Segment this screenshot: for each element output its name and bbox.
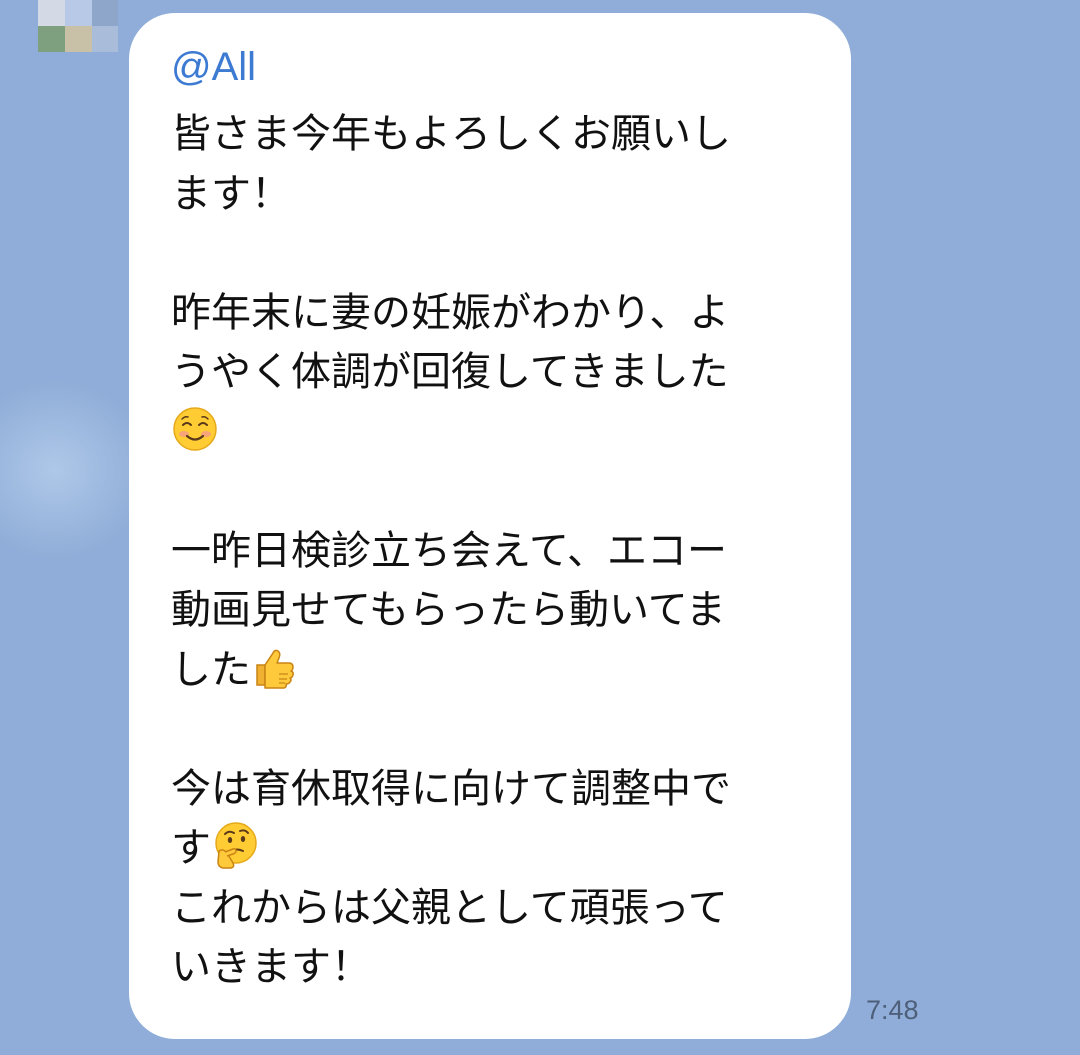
message-line-text: す xyxy=(171,825,211,871)
message-line-text: した xyxy=(171,646,251,693)
message-paragraph-4: 今は育休取得に向けて調整中で す これからは父親として頑張って いきます！ xyxy=(171,760,821,998)
message-line: す xyxy=(171,819,821,879)
message-timestamp: 7:48 xyxy=(866,995,919,1025)
message-line: 動画見せてもらったら動いてま xyxy=(171,587,726,633)
message-line: 皆さま今年もよろしくお願いし xyxy=(171,111,731,157)
message-line: ます！ xyxy=(171,170,291,217)
avatar-pixel xyxy=(38,26,65,52)
avatar-pixel xyxy=(65,0,92,26)
sender-avatar[interactable] xyxy=(38,0,118,52)
message-line: 今は育休取得に向けて調整中で xyxy=(171,765,731,812)
message-line: 一昨日検診立ち会えて、エコー xyxy=(171,527,727,574)
avatar-pixel xyxy=(65,26,92,52)
avatar-pixel xyxy=(92,26,118,52)
message-paragraph-1: 皆さま今年もよろしくお願いし ます！ xyxy=(171,105,821,224)
message-line: これからは父親として頑張って xyxy=(171,884,728,931)
avatar-pixel xyxy=(92,0,118,26)
message-line-emoji xyxy=(171,403,821,463)
message-body: 皆さま今年もよろしくお願いし ます！ 昨年末に妻の妊娠がわかり、よ うやく体調が… xyxy=(171,105,821,998)
message-paragraph-2: 昨年末に妻の妊娠がわかり、よ うやく体調が回復してきました xyxy=(171,284,821,463)
mention-all[interactable]: @All xyxy=(171,47,821,87)
message-line: いきます！ xyxy=(171,944,371,990)
smiling-face-emoji-icon xyxy=(171,405,219,453)
thinking-face-emoji-icon xyxy=(211,821,259,869)
message-line: うやく体調が回復してきました xyxy=(171,349,729,395)
message-paragraph-3: 一昨日検診立ち会えて、エコー 動画見せてもらったら動いてま した xyxy=(171,522,821,701)
message-bubble[interactable]: @All 皆さま今年もよろしくお願いし ます！ 昨年末に妻の妊娠がわかり、よ う… xyxy=(129,13,851,1039)
background-cloud xyxy=(0,380,150,560)
thumbs-up-emoji-icon xyxy=(251,643,299,691)
avatar-pixel xyxy=(38,0,65,26)
message-line: 昨年末に妻の妊娠がわかり、よ xyxy=(171,289,730,336)
message-line: した xyxy=(171,641,821,701)
